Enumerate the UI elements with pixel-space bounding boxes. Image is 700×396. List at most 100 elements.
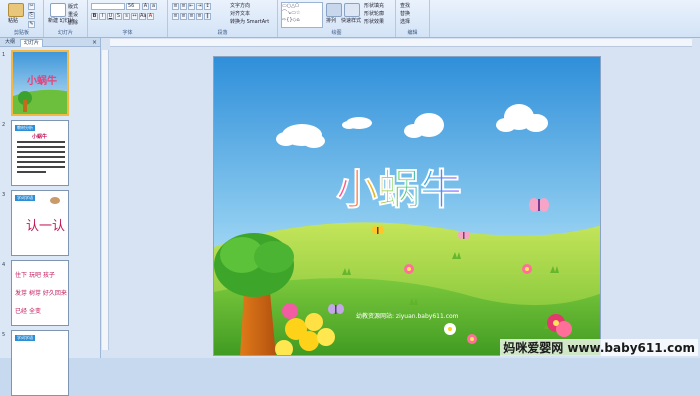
layout-button[interactable]: 版式: [68, 3, 78, 10]
slide-thumbnail-5[interactable]: 学词学语: [11, 330, 69, 396]
shrink-font-icon[interactable]: a: [150, 3, 157, 10]
drawing-group-label: 绘图: [331, 30, 342, 36]
slide-thumbnail-1[interactable]: 小蜗牛: [11, 50, 69, 116]
butterfly-icon: [458, 231, 470, 239]
select-button[interactable]: 选择: [400, 18, 410, 25]
thumb-5-badge: 学词学语: [15, 335, 35, 341]
panel-tabs: 大纲 幻灯片 ×: [0, 38, 100, 47]
close-icon[interactable]: ×: [92, 39, 97, 46]
tab-slides[interactable]: 幻灯片: [20, 39, 44, 47]
quick-styles-button[interactable]: 快速样式: [341, 17, 361, 24]
butterfly-icon: [328, 304, 344, 314]
slide-title-text: 小蜗牛: [336, 165, 462, 214]
clipboard-group-label: 剪贴板: [13, 30, 29, 36]
word: 住下: [15, 272, 28, 279]
vertical-ruler: [102, 50, 109, 350]
shape-fill-button[interactable]: 形状填充: [364, 2, 384, 9]
thumb-2-badge: 教材分析: [15, 125, 35, 131]
horizontal-ruler: [110, 39, 692, 47]
word: 树芽: [28, 290, 41, 297]
thumb-number: 3: [2, 192, 6, 198]
font-group: 56 A a B I U S s ↔ Aa A 字体: [88, 0, 168, 37]
tab-outline[interactable]: 大纲: [2, 39, 18, 46]
font-name-box[interactable]: [91, 3, 125, 10]
format-painter-icon[interactable]: ✎: [28, 21, 35, 28]
text-direction-button[interactable]: 文字方向: [230, 2, 250, 9]
font-size-box[interactable]: 56: [126, 3, 140, 10]
increase-indent-icon[interactable]: ⇥: [196, 3, 203, 10]
copy-icon[interactable]: ⎘: [28, 12, 35, 19]
thumb-2-text-lines: [17, 141, 65, 173]
arrange-icon[interactable]: [326, 3, 342, 17]
paragraph-group: ≡ ≡ ⇤ ⇥ ↕ 文字方向 ≡ ≡ ≡ ≡ ‖ 对齐文本 转换为 SmartA…: [168, 0, 278, 37]
change-case-icon[interactable]: Aa: [139, 13, 146, 20]
thumb-3-badge: 学词学语: [15, 195, 35, 201]
thumb-number: 5: [2, 332, 6, 338]
editing-group-label: 编辑: [407, 30, 418, 36]
strikethrough-icon[interactable]: S: [115, 13, 122, 20]
shadow-icon[interactable]: s: [123, 13, 130, 20]
replace-button[interactable]: 替换: [400, 10, 410, 17]
word: 回来: [54, 290, 67, 297]
delete-button[interactable]: 删除: [68, 19, 78, 26]
snail-icon: [50, 197, 60, 204]
clipboard-group: 粘贴 ✂ ⎘ ✎ 剪贴板: [0, 0, 44, 37]
columns-icon[interactable]: ‖: [204, 13, 211, 20]
thumb-3-text: 认一认: [26, 219, 66, 234]
word: 发芽: [15, 290, 28, 297]
quick-styles-icon[interactable]: [344, 3, 360, 17]
thumb-4-row-3: 已经 全变: [15, 306, 41, 315]
slides-group: 新建 幻灯片 版式 重设 删除 幻灯片: [44, 0, 88, 37]
website-text: 幼教资源网站: ziyuan.baby611.com: [356, 313, 459, 320]
flower-icon: [444, 323, 456, 335]
align-left-icon[interactable]: ≡: [172, 13, 179, 20]
italic-icon[interactable]: I: [99, 13, 106, 20]
bullets-icon[interactable]: ≡: [172, 3, 179, 10]
flower-icon: [467, 334, 477, 344]
thumb-2-heading: 小蜗牛: [32, 134, 48, 140]
word: 全变: [28, 308, 41, 315]
word: 好久: [42, 290, 55, 297]
watermark-text: 妈咪爱婴网 www.baby611.com: [500, 339, 698, 356]
justify-icon[interactable]: ≡: [196, 13, 203, 20]
word: 已经: [15, 308, 28, 315]
find-button[interactable]: 查找: [400, 2, 410, 9]
align-right-icon[interactable]: ≡: [188, 13, 195, 20]
paste-icon[interactable]: [8, 3, 24, 17]
new-slide-icon[interactable]: [50, 3, 66, 17]
align-text-button[interactable]: 对齐文本: [230, 10, 250, 17]
slide-thumbnail-3[interactable]: 学词学语 认一认: [11, 190, 69, 256]
shapes-gallery[interactable]: ▭○△⬠ ⌒↘▭☆ ⇨{}◇⌂: [281, 2, 323, 28]
thumb-number: 4: [2, 262, 6, 268]
arrange-button[interactable]: 排列: [326, 17, 336, 24]
shape-outline-button[interactable]: 形状轮廓: [364, 10, 384, 17]
bold-icon[interactable]: B: [91, 13, 98, 20]
shape-effects-button[interactable]: 形状效果: [364, 18, 384, 25]
thumb-number: 1: [2, 52, 6, 58]
grow-font-icon[interactable]: A: [142, 3, 149, 10]
word: 孩子: [42, 272, 55, 279]
editing-group: 查找 替换 选择 编辑: [396, 0, 430, 37]
char-spacing-icon[interactable]: ↔: [131, 13, 138, 20]
thumb-4-row-2: 发芽 树芽 好久回来: [15, 288, 67, 297]
slides-group-label: 幻灯片: [57, 30, 73, 36]
flower-icon: [522, 264, 532, 274]
paste-button[interactable]: 粘贴: [8, 17, 18, 24]
slide-thumbnail-4[interactable]: 住下 玩吧 孩子 发芽 树芽 好久回来 已经 全变: [11, 260, 69, 326]
paragraph-group-label: 段落: [217, 30, 228, 36]
underline-icon[interactable]: U: [107, 13, 114, 20]
thumb-number: 2: [2, 122, 6, 128]
word: 玩吧: [28, 272, 41, 279]
cut-icon[interactable]: ✂: [28, 3, 35, 10]
reset-button[interactable]: 重设: [68, 11, 78, 18]
flower-icon: [404, 264, 414, 274]
slide-title-wordart[interactable]: 小蜗牛: [336, 160, 486, 220]
numbering-icon[interactable]: ≡: [180, 3, 187, 10]
slide-thumbnail-2[interactable]: 教材分析 小蜗牛: [11, 120, 69, 186]
line-spacing-icon[interactable]: ↕: [204, 3, 211, 10]
font-color-icon[interactable]: A: [147, 13, 154, 20]
butterfly-icon: [372, 226, 384, 234]
smartart-button[interactable]: 转换为 SmartArt: [230, 18, 269, 25]
align-center-icon[interactable]: ≡: [180, 13, 187, 20]
decrease-indent-icon[interactable]: ⇤: [188, 3, 195, 10]
